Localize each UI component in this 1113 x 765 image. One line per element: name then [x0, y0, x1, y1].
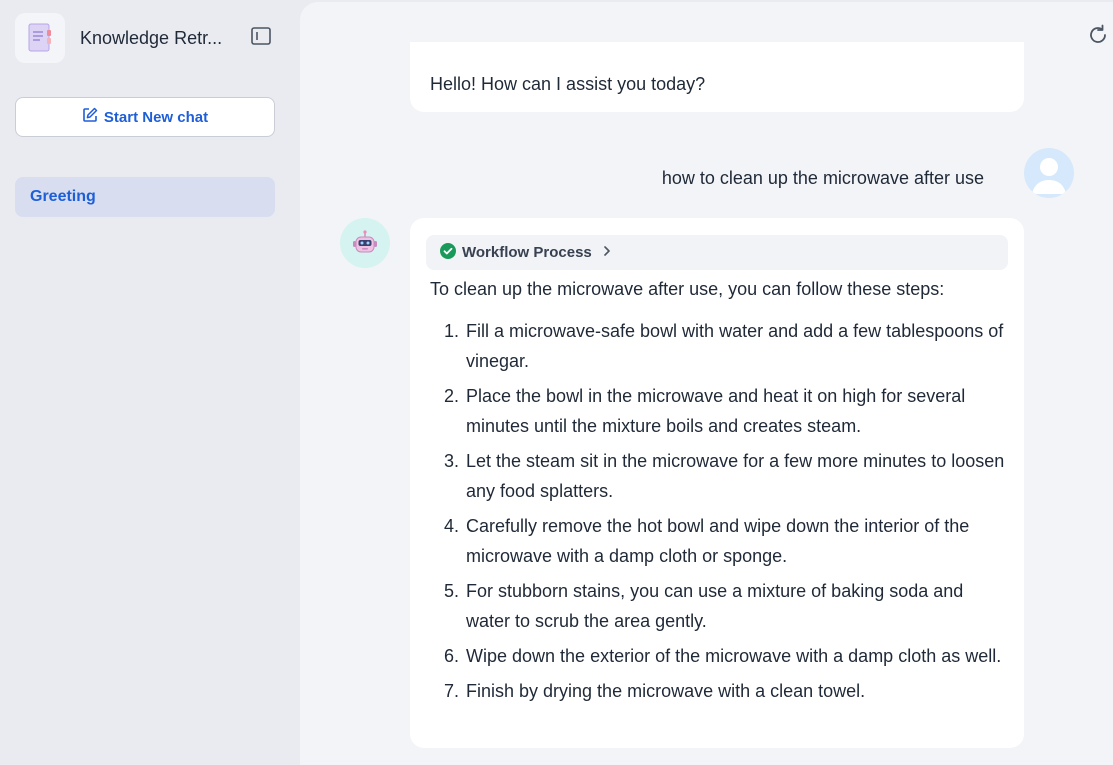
app-title: Knowledge Retr... — [80, 28, 223, 48]
bot-answer-message: Workflow Process To clean up the microwa… — [410, 218, 1024, 748]
check-circle-icon — [440, 242, 456, 263]
step-item: Fill a microwave-safe bowl with water an… — [464, 316, 1008, 376]
workflow-process-toggle[interactable]: Workflow Process — [426, 235, 1008, 270]
answer-intro: To clean up the microwave after use, you… — [430, 279, 945, 299]
start-new-chat-label: Start New chat — [103, 108, 209, 126]
bot-greeting-message: Hello! How can I assist you today? — [410, 42, 1024, 112]
chevron-right-icon — [602, 244, 612, 261]
notebook-icon — [15, 13, 65, 63]
conversation-item-label: Greeting — [30, 188, 96, 205]
step-item: Finish by drying the microwave with a cl… — [464, 676, 1008, 706]
conversation-item-greeting[interactable]: Greeting — [15, 177, 275, 217]
chat-area: Hello! How can I assist you today? how t… — [300, 2, 1113, 765]
sidebar-toggle-icon — [251, 26, 271, 50]
greeting-text: Hello! How can I assist you today? — [430, 74, 706, 94]
sidebar: Knowledge Retr... Start New chat Greetin… — [0, 0, 300, 765]
bot-avatar — [340, 218, 390, 268]
start-new-chat-button[interactable]: Start New chat — [15, 97, 275, 137]
app-window: Knowledge Retr... Start New chat Greetin… — [0, 0, 1113, 765]
workflow-label: Workflow Process — [462, 244, 592, 261]
refresh-icon — [1087, 24, 1109, 51]
edit-icon — [82, 107, 98, 127]
user-avatar — [1024, 148, 1074, 198]
sidebar-toggle-button[interactable] — [250, 26, 272, 50]
refresh-button[interactable] — [1087, 24, 1109, 51]
steps-list: Fill a microwave-safe bowl with water an… — [464, 316, 1008, 706]
step-item: Place the bowl in the microwave and heat… — [464, 381, 1008, 441]
step-item: For stubborn stains, you can use a mixtu… — [464, 576, 1008, 636]
step-item: Carefully remove the hot bowl and wipe d… — [464, 511, 1008, 571]
user-message: how to clean up the microwave after use — [661, 168, 984, 188]
step-item: Let the steam sit in the microwave for a… — [464, 446, 1008, 506]
step-item: Wipe down the exterior of the microwave … — [464, 641, 1008, 671]
